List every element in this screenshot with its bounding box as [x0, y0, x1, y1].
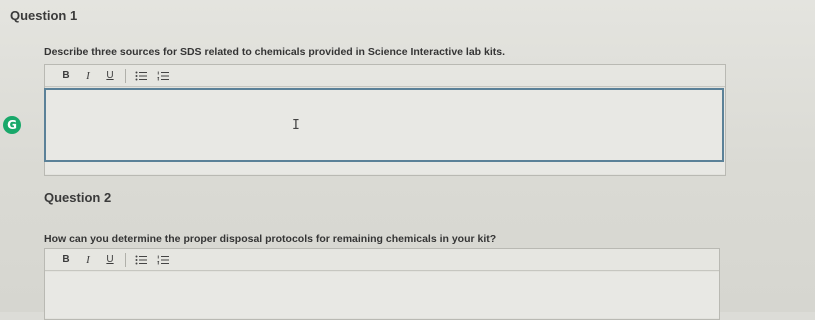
- question-1-prompt: Describe three sources for SDS related t…: [44, 46, 506, 58]
- quiz-page: Question 1 Describe three sources for SD…: [0, 0, 815, 320]
- bold-button[interactable]: B: [55, 251, 77, 269]
- toolbar-divider: [125, 252, 126, 267]
- bulleted-list-icon[interactable]: [130, 67, 152, 85]
- question-1-title: Question 1: [10, 8, 78, 23]
- numbered-list-icon[interactable]: [152, 251, 174, 269]
- underline-button[interactable]: U: [99, 251, 121, 269]
- underline-button[interactable]: U: [99, 67, 121, 85]
- toolbar-divider: [125, 68, 126, 83]
- question-2-toolbar: B I U: [45, 249, 719, 271]
- bulleted-list-icon[interactable]: [130, 251, 152, 269]
- question-2-editor: B I U: [44, 248, 720, 320]
- question-2-answer-area[interactable]: [45, 272, 719, 318]
- question-1-toolbar: B I U: [45, 65, 725, 87]
- text-cursor-icon: I: [292, 118, 300, 133]
- italic-button[interactable]: I: [77, 67, 99, 85]
- italic-button[interactable]: I: [77, 251, 99, 269]
- question-2-title: Question 2: [44, 190, 112, 205]
- grammar-assistant-icon[interactable]: G: [3, 116, 21, 134]
- question-1-focus-outline: [44, 88, 724, 162]
- numbered-list-icon[interactable]: [152, 67, 174, 85]
- question-2-prompt: How can you determine the proper disposa…: [44, 233, 497, 245]
- bold-button[interactable]: B: [55, 67, 77, 85]
